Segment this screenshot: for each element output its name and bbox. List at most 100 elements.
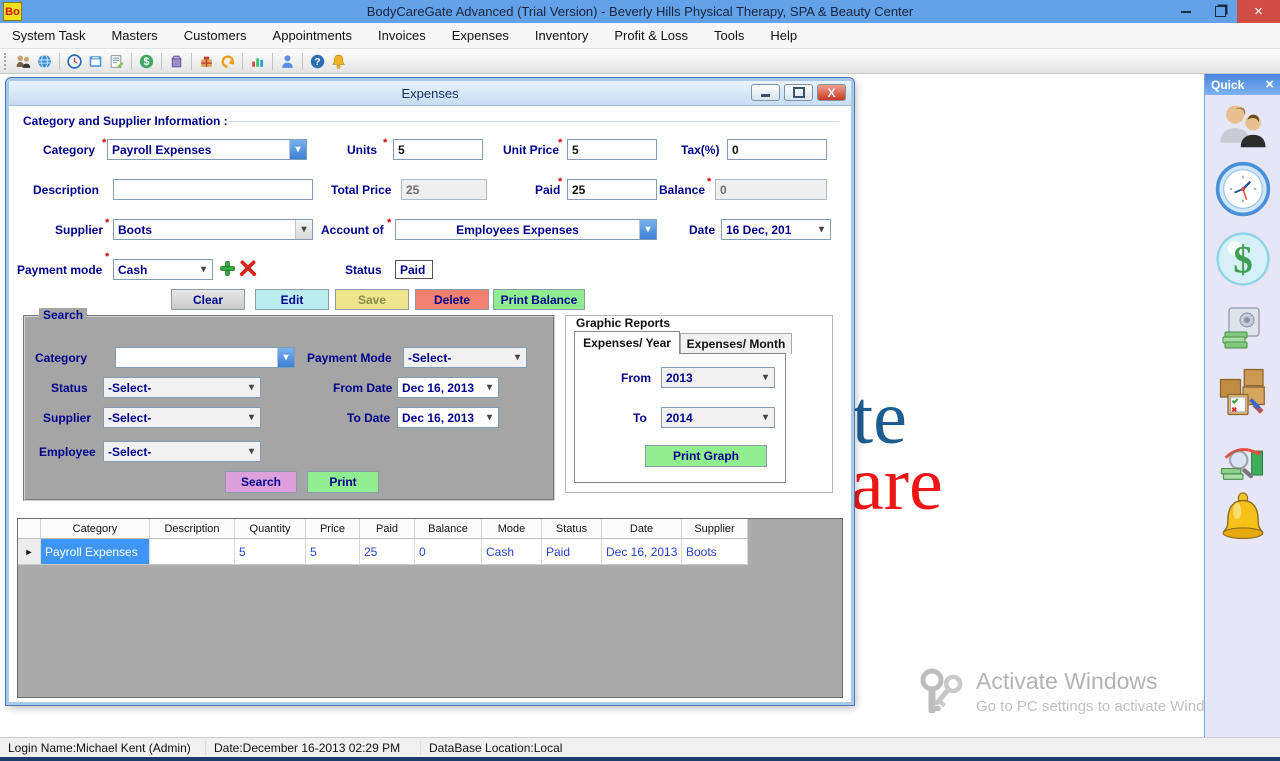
supplier-combobox[interactable]: Boots [113, 219, 313, 240]
dialog-minimize-button[interactable] [751, 84, 780, 101]
grid-column-header[interactable]: Paid [360, 519, 415, 539]
grid-data-row[interactable]: Payroll Expenses 5 5 25 0 Cash Paid Dec … [18, 539, 842, 565]
chevron-down-icon[interactable] [243, 408, 260, 427]
invoice-icon[interactable] [106, 52, 127, 71]
chevron-down-icon[interactable] [813, 220, 830, 239]
masters-globe-icon[interactable] [34, 52, 55, 71]
grid-column-header[interactable]: Description [150, 519, 235, 539]
chevron-down-icon[interactable] [757, 368, 774, 387]
clear-button[interactable]: Clear [171, 289, 245, 310]
grid-cell-category[interactable]: Payroll Expenses [41, 539, 150, 565]
graph-to-combobox[interactable]: 2014 [661, 407, 775, 428]
grid-cell-supplier[interactable]: Boots [682, 539, 748, 565]
units-input[interactable] [393, 139, 483, 160]
search-payment-mode-combobox[interactable]: -Select- [403, 347, 527, 368]
grid-column-header[interactable]: Date [602, 519, 682, 539]
delete-button[interactable]: Delete [415, 289, 489, 310]
grid-cell-balance[interactable]: 0 [415, 539, 482, 565]
paid-input[interactable] [567, 179, 657, 200]
grid-column-header[interactable]: Supplier [682, 519, 748, 539]
search-supplier-combobox[interactable]: -Select- [103, 407, 261, 428]
chevron-down-icon[interactable] [243, 442, 260, 461]
print-button[interactable]: Print [307, 471, 379, 493]
package-icon[interactable] [196, 52, 217, 71]
dialog-titlebar[interactable]: Expenses X [9, 81, 851, 106]
description-input[interactable] [113, 179, 313, 200]
calendar-icon[interactable] [85, 52, 106, 71]
dialog-close-button[interactable]: X [817, 84, 846, 101]
analysis-icon[interactable] [1217, 436, 1269, 493]
search-employee-combobox[interactable]: -Select- [103, 441, 261, 462]
edit-button[interactable]: Edit [255, 289, 329, 310]
grid-cell-description[interactable] [150, 539, 235, 565]
print-graph-button[interactable]: Print Graph [645, 445, 767, 467]
grid-cell-status[interactable]: Paid [542, 539, 602, 565]
chevron-down-icon[interactable] [295, 220, 312, 239]
from-date-picker[interactable]: Dec 16, 2013 [397, 377, 499, 398]
menu-inventory[interactable]: Inventory [535, 28, 588, 43]
print-balance-button[interactable]: Print Balance [493, 289, 585, 310]
undo-icon[interactable] [217, 52, 238, 71]
grid-column-header[interactable]: Category [41, 519, 150, 539]
grid-column-header[interactable]: Quantity [235, 519, 306, 539]
grid-cell-date[interactable]: Dec 16, 2013 [602, 539, 682, 565]
chevron-down-icon[interactable] [481, 408, 498, 427]
bell-icon[interactable] [1215, 490, 1271, 551]
payment-mode-combobox[interactable]: Cash [113, 259, 213, 280]
grid-column-header[interactable]: Price [306, 519, 360, 539]
dollar-icon[interactable]: $ [1214, 230, 1272, 293]
grid-cell-quantity[interactable]: 5 [235, 539, 306, 565]
menu-help[interactable]: Help [770, 28, 797, 43]
menu-system-task[interactable]: System Task [12, 28, 85, 43]
chevron-down-icon[interactable] [277, 348, 294, 367]
close-button[interactable]: × [1237, 0, 1280, 23]
chevron-down-icon[interactable] [639, 220, 656, 239]
menu-expenses[interactable]: Expenses [452, 28, 509, 43]
quick-close-icon[interactable]: × [1265, 77, 1274, 92]
grid-column-header[interactable]: Status [542, 519, 602, 539]
help-icon[interactable]: ? [307, 52, 328, 71]
row-selector-icon[interactable] [18, 539, 41, 565]
bell-icon[interactable] [328, 52, 349, 71]
search-button[interactable]: Search [225, 471, 297, 493]
to-date-picker[interactable]: Dec 16, 2013 [397, 407, 499, 428]
search-category-combobox[interactable] [115, 347, 295, 368]
customers-icon[interactable] [13, 52, 34, 71]
restore-button[interactable] [1203, 0, 1237, 23]
tax-input[interactable] [727, 139, 827, 160]
tab-expenses-month[interactable]: Expenses/ Month [680, 333, 792, 354]
clock-icon[interactable] [1214, 160, 1272, 223]
tab-expenses-year[interactable]: Expenses/ Year [574, 331, 680, 354]
menu-tools[interactable]: Tools [714, 28, 744, 43]
dialog-maximize-button[interactable] [784, 84, 813, 101]
chevron-down-icon[interactable] [481, 378, 498, 397]
chevron-down-icon[interactable] [757, 408, 774, 427]
delete-payment-mode-icon[interactable] [239, 259, 257, 278]
search-status-combobox[interactable]: -Select- [103, 377, 261, 398]
account-of-combobox[interactable]: Employees Expenses [395, 219, 657, 240]
money-icon[interactable]: $ [136, 52, 157, 71]
chevron-down-icon[interactable] [509, 348, 526, 367]
chevron-down-icon[interactable] [243, 378, 260, 397]
safe-money-icon[interactable] [1219, 304, 1267, 357]
add-payment-mode-icon[interactable] [219, 259, 236, 278]
inventory-check-icon[interactable] [1213, 362, 1273, 427]
menu-invoices[interactable]: Invoices [378, 28, 426, 43]
grid-cell-price[interactable]: 5 [306, 539, 360, 565]
user-icon[interactable] [277, 52, 298, 71]
menu-profit-loss[interactable]: Profit & Loss [614, 28, 688, 43]
grid-column-header[interactable]: Mode [482, 519, 542, 539]
grid-cell-paid[interactable]: 25 [360, 539, 415, 565]
chart-icon[interactable] [247, 52, 268, 71]
category-combobox[interactable]: Payroll Expenses [107, 139, 307, 160]
unit-price-input[interactable] [567, 139, 657, 160]
menu-masters[interactable]: Masters [111, 28, 157, 43]
date-picker[interactable]: 16 Dec, 201 [721, 219, 831, 240]
grid-column-header[interactable]: Balance [415, 519, 482, 539]
menu-appointments[interactable]: Appointments [273, 28, 353, 43]
save-button[interactable]: Save [335, 289, 409, 310]
clock-icon[interactable] [64, 52, 85, 71]
inventory-box-icon[interactable] [166, 52, 187, 71]
chevron-down-icon[interactable] [289, 140, 306, 159]
customers-icon[interactable] [1216, 100, 1270, 159]
